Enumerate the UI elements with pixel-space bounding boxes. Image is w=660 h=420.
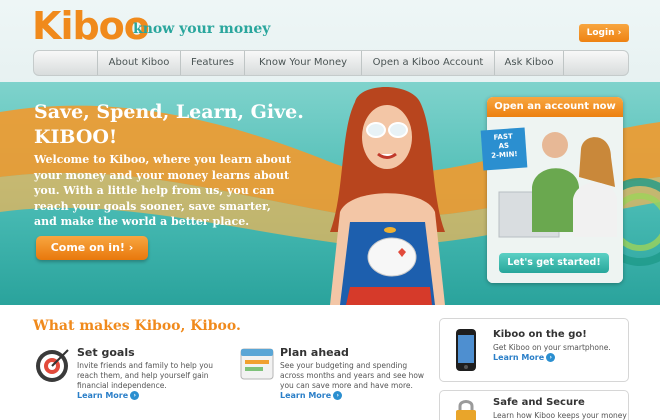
feature-text-line: financial independence. — [77, 381, 167, 390]
mobile-learn-more-link[interactable]: Learn More › — [493, 353, 556, 362]
feature-plan-ahead-text: See your budgeting and spending across m… — [280, 361, 424, 391]
feature-set-goals-text: Invite friends and family to help you re… — [77, 361, 213, 391]
mobile-app-box: Kiboo on the go! Get Kiboo on your smart… — [439, 318, 629, 382]
target-icon — [36, 349, 69, 382]
lets-get-started-button[interactable]: Let's get started! — [499, 253, 609, 273]
hero-intro: Welcome to Kiboo, where you learn about … — [34, 152, 324, 230]
learn-more-label: Learn More — [493, 353, 545, 362]
nav-item-ask-kiboo[interactable]: Ask Kiboo — [494, 51, 563, 75]
hero-intro-line: reach your goals sooner, save smarter, — [34, 199, 271, 213]
learn-more-label: Learn More — [77, 391, 129, 400]
plan-ahead-learn-more-link[interactable]: Learn More › — [280, 391, 343, 400]
features-title: What makes Kiboo, Kiboo. — [33, 318, 241, 334]
smartphone-icon — [456, 329, 476, 371]
girl-with-piggy-bank-image — [330, 87, 445, 305]
feature-text-line: Invite friends and family to help you — [77, 361, 213, 370]
feature-text-line: See your budgeting and spending — [280, 361, 408, 370]
learn-more-label: Learn More — [280, 391, 332, 400]
kiboo-logo[interactable]: Kiboo — [32, 4, 150, 48]
feature-text-line: across months and years and see how — [280, 371, 425, 380]
hero-intro-line: Welcome to Kiboo, where you learn about — [34, 153, 291, 166]
feature-set-goals-title: Set goals — [77, 346, 135, 359]
nav-spacer-right — [563, 51, 628, 75]
fast-badge: FAST AS 2-MIN! — [480, 127, 528, 171]
nav-item-open-account[interactable]: Open a Kiboo Account — [361, 51, 494, 75]
hero-headline-line1: Save, Spend, Learn, Give. — [34, 101, 304, 123]
open-account-title[interactable]: Open an account now — [487, 97, 623, 117]
nav-item-about[interactable]: About Kiboo — [97, 51, 180, 75]
arrow-right-icon: › — [130, 391, 140, 400]
mobile-box-title: Kiboo on the go! — [493, 329, 587, 340]
padlock-icon — [456, 400, 476, 420]
hero-intro-line: your money and your money learns about — [34, 168, 290, 182]
nav-spacer-left — [34, 51, 97, 75]
tagline: know your money — [133, 21, 271, 37]
login-button[interactable]: Login › — [579, 24, 629, 42]
security-box: Safe and Secure Learn how Kiboo keeps yo… — [439, 390, 629, 420]
mobile-box-text: Get Kiboo on your smartphone. — [493, 343, 611, 352]
feature-plan-ahead-title: Plan ahead — [280, 346, 349, 359]
feature-text-line: reach them, and help yourself gain — [77, 371, 209, 380]
security-box-title: Safe and Secure — [493, 397, 585, 408]
nav-item-know-your-money[interactable]: Know Your Money — [244, 51, 361, 75]
security-box-text: Learn how Kiboo keeps your money — [493, 411, 627, 420]
hero-headline: Save, Spend, Learn, Give. KIBOO! — [34, 100, 304, 150]
main-nav: About Kiboo Features Know Your Money Ope… — [33, 50, 629, 76]
feature-text-line: you can save more and have more. — [280, 381, 413, 390]
arrow-right-icon: › — [333, 391, 343, 400]
header-bar: Kiboo know your money Login › About Kibo… — [0, 0, 660, 95]
badge-line: 2-MIN! — [490, 150, 518, 160]
nav-item-features[interactable]: Features — [180, 51, 244, 75]
come-on-in-button[interactable]: Come on in! › — [36, 236, 148, 260]
calendar-chart-icon — [240, 348, 274, 380]
hero-intro-line: and make the world a better place. — [34, 215, 250, 228]
arrow-right-icon: › — [546, 353, 556, 362]
hero-headline-line2: KIBOO! — [34, 126, 118, 148]
hero-intro-line: you. With a little help from us, you can — [34, 184, 275, 197]
set-goals-learn-more-link[interactable]: Learn More › — [77, 391, 140, 400]
